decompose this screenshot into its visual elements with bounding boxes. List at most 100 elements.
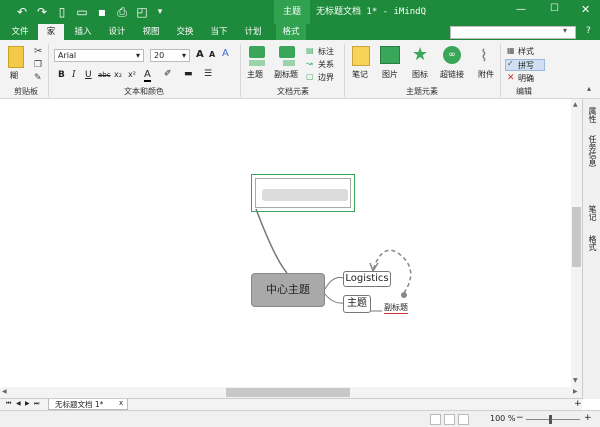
topic-main[interactable]: 主题 [343, 295, 371, 313]
side-tab-notes[interactable]: 笔记 [586, 205, 598, 221]
tab-present[interactable]: 当下 [206, 24, 232, 40]
font-group-label: 文本和颜色 [124, 87, 164, 96]
note-button[interactable]: 笔记 [352, 69, 368, 80]
grow-font-button[interactable]: A [196, 49, 204, 60]
insert-subtopic-button[interactable]: 副标题 [274, 69, 298, 80]
side-tab-format[interactable]: 格式 [586, 235, 598, 251]
first-sheet-icon[interactable]: ⏮ [6, 400, 11, 408]
paste-button[interactable]: 糊 [10, 70, 18, 81]
connector-line [324, 277, 344, 290]
subtitle-topic[interactable]: 副标题 [384, 302, 408, 314]
save-icon[interactable]: ▪ [94, 4, 110, 20]
fit-map-icon[interactable] [430, 414, 441, 425]
tab-format[interactable]: 格式 [276, 24, 306, 40]
zoom-in-button[interactable]: + [584, 413, 592, 423]
scroll-left-icon[interactable]: ◀ [2, 388, 7, 395]
chevron-down-icon: ▾ [181, 51, 186, 60]
last-sheet-icon[interactable]: ⏭ [34, 400, 39, 408]
relation-icon: ↝ [306, 59, 313, 68]
new-file-icon[interactable]: ▯ [54, 4, 70, 20]
divider [344, 44, 345, 97]
central-topic[interactable]: 中心主题 [251, 273, 325, 307]
highlight-icon[interactable]: ✐ [164, 69, 172, 79]
attachment-button[interactable]: 附件 [478, 69, 494, 80]
note-icon [352, 46, 370, 66]
spell-button[interactable]: 拼写 [518, 60, 534, 71]
hyperlink-button[interactable]: 超链接 [440, 69, 464, 80]
minimize-button[interactable]: — [516, 4, 526, 15]
italic-button[interactable]: I [72, 70, 76, 80]
map-canvas[interactable]: 中心主题 Logistics 主题 副标题 [0, 99, 571, 387]
clear-format-icon[interactable]: A [222, 48, 229, 59]
scroll-thumb[interactable] [226, 388, 350, 397]
topic-logistics[interactable]: Logistics [343, 271, 391, 287]
horizontal-scrollbar[interactable]: ◀ ▶ [0, 387, 582, 398]
shrink-font-button[interactable]: A [209, 50, 215, 59]
boundary-button[interactable]: 边界 [318, 72, 334, 83]
scroll-down-icon[interactable]: ▼ [573, 377, 578, 384]
tab-exchange[interactable]: 交换 [172, 24, 198, 40]
tab-home[interactable]: 家 [38, 24, 64, 40]
cut-icon[interactable]: ✂ [34, 46, 42, 57]
side-tab-task-info[interactable]: 任务信息 [586, 135, 598, 167]
line-color-icon[interactable]: ▬ [184, 69, 193, 79]
underline-button[interactable]: U [85, 70, 92, 80]
fit-width-icon[interactable] [444, 414, 455, 425]
add-sheet-icon[interactable]: + [574, 399, 582, 409]
style-button[interactable]: 样式 [518, 46, 534, 57]
scroll-up-icon[interactable]: ▲ [573, 101, 578, 108]
sheet-close-button[interactable]: x [119, 399, 123, 407]
scroll-thumb[interactable] [572, 207, 581, 267]
strikethrough-button[interactable]: abc [98, 71, 111, 79]
font-family-select[interactable]: Arial ▾ [54, 49, 144, 62]
undo-icon[interactable]: ↶ [14, 4, 30, 20]
align-icon[interactable]: ☰ [204, 69, 212, 79]
bold-button[interactable]: B [58, 70, 65, 80]
superscript-button[interactable]: x² [128, 70, 136, 79]
help-icon[interactable]: ? [586, 26, 591, 36]
vertical-scrollbar[interactable]: ▲ ▼ [571, 99, 582, 387]
redo-icon[interactable]: ↷ [34, 4, 50, 20]
subscript-button[interactable]: x₂ [114, 70, 122, 79]
dropdown-icon[interactable]: ▾ [152, 4, 168, 20]
print-icon[interactable]: ⎙ [114, 4, 130, 20]
paste-icon[interactable] [8, 46, 24, 68]
picture-button[interactable]: 图片 [382, 69, 398, 80]
icon-button[interactable]: 图标 [412, 69, 428, 80]
next-sheet-icon[interactable]: ▶ [25, 400, 30, 407]
edit-group-label: 编辑 [516, 87, 532, 96]
font-color-button[interactable]: A [144, 69, 151, 82]
tab-insert[interactable]: 插入 [70, 24, 96, 40]
sheet-tab-bar: ⏮ ◀ ▶ ⏭ 无标题文档 1* x + [0, 398, 582, 410]
maximize-button[interactable]: ☐ [550, 3, 559, 14]
format-painter-icon[interactable]: ✎ [34, 73, 42, 83]
zoom-slider-track[interactable] [526, 419, 580, 420]
tab-view[interactable]: 视图 [138, 24, 164, 40]
side-tab-properties[interactable]: 属性 [586, 107, 598, 123]
tab-file[interactable]: 文件 [6, 24, 34, 40]
tab-design[interactable]: 设计 [104, 24, 130, 40]
divider [240, 44, 241, 97]
relation-button[interactable]: 关系 [318, 59, 334, 70]
insert-topic-button[interactable]: 主题 [247, 69, 263, 80]
search-input[interactable] [450, 26, 576, 39]
selected-floating-topic[interactable] [251, 174, 355, 212]
zoom-out-button[interactable]: − [516, 413, 524, 423]
sheet-tab[interactable]: 无标题文档 1* x [48, 399, 128, 410]
callout-button[interactable]: 标注 [318, 46, 334, 57]
tab-plan[interactable]: 计划 [240, 24, 266, 40]
hyperlink-icon: ∞ [443, 46, 461, 64]
clear-button[interactable]: 明确 [518, 73, 534, 84]
collapse-ribbon-icon[interactable]: ▴ [587, 84, 591, 93]
scroll-right-icon[interactable]: ▶ [573, 388, 578, 395]
close-button[interactable]: ✕ [581, 3, 590, 16]
copy-icon[interactable]: ❐ [34, 60, 42, 70]
font-size-select[interactable]: 20 ▾ [150, 49, 190, 62]
open-folder-icon[interactable]: ▭ [74, 4, 90, 20]
zoom-slider-thumb[interactable] [549, 415, 552, 424]
preview-icon[interactable]: ◰ [134, 4, 150, 20]
search-dropdown-icon[interactable]: ▾ [563, 26, 567, 35]
actual-size-icon[interactable] [458, 414, 469, 425]
side-panel: 属性 任务信息 笔记 格式 [582, 99, 600, 399]
prev-sheet-icon[interactable]: ◀ [16, 400, 21, 407]
